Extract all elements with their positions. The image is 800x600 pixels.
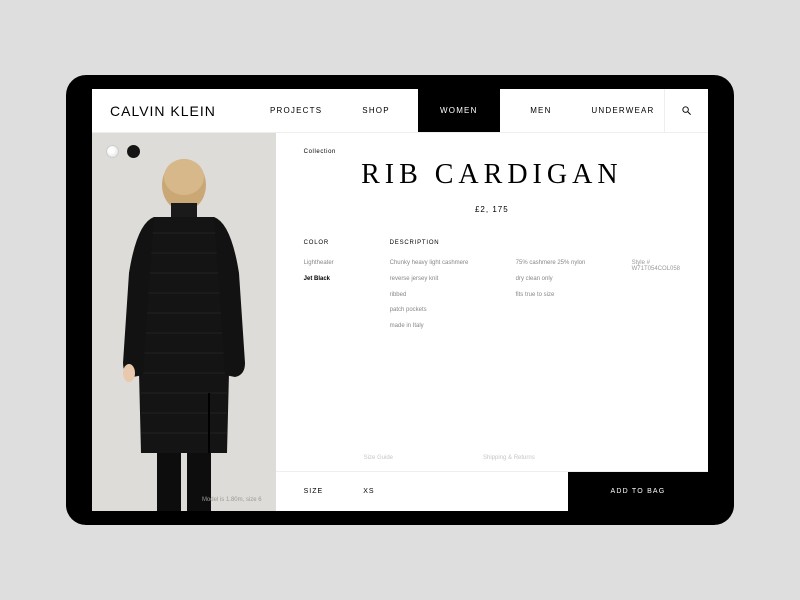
nav-projects[interactable]: PROJECTS [270,106,322,115]
desc-line: reverse jersey knit [390,276,490,284]
care-line: dry clean only [516,276,606,284]
desc-line: ribbed [390,292,490,300]
title-block: RIB CARDIGAN £2, 175 [276,133,708,214]
description-column: DESCRIPTION Chunky heavy light cashmere … [390,240,490,455]
description-heading: DESCRIPTION [390,240,490,246]
product-image[interactable]: ➤ [92,133,276,511]
collection-label: Collection [304,149,336,155]
color-option-jet-black[interactable]: Jet Black [304,276,364,284]
product-gallery: ➤ Model is 1.80m, size 6 [92,133,276,511]
desc-line: patch pockets [390,307,490,315]
size-guide-link[interactable]: Size Guide [364,455,393,461]
care-line: fits true to size [516,292,606,300]
search-button[interactable] [664,89,708,132]
product-details: Collection RIB CARDIGAN £2, 175 COLOR Li… [276,133,708,511]
body: ➤ Model is 1.80m, size 6 Collection RIB … [92,133,708,511]
nav-tab-underwear[interactable]: UNDERWEAR [582,89,664,132]
size-selector[interactable]: SIZE XS [276,472,568,511]
add-to-bag-button[interactable]: ADD TO BAG [568,472,708,511]
bottom-bar: SIZE XS ADD TO BAG [276,471,708,511]
desc-line: made in Italy [390,323,490,331]
app-screen: CALVIN KLEIN PROJECTS SHOP WOMEN MEN UND… [92,89,708,511]
product-title: RIB CARDIGAN [276,159,708,191]
nav-shop[interactable]: SHOP [362,106,389,115]
desc-line: Chunky heavy light cashmere [390,260,490,268]
search-icon [681,105,692,116]
color-column: COLOR Lightheater Jet Black [304,240,364,455]
size-value: XS [363,488,374,495]
color-option-lightheater[interactable]: Lightheater [304,260,364,268]
sub-links: Size Guide Shipping & Returns [276,455,708,471]
brand-logo[interactable]: CALVIN KLEIN [92,89,242,132]
nav-secondary: WOMEN MEN UNDERWEAR [418,89,664,132]
details-grid: COLOR Lightheater Jet Black DESCRIPTION … [276,214,708,455]
model-info: Model is 1.80m, size 6 [202,497,262,503]
tablet-frame: CALVIN KLEIN PROJECTS SHOP WOMEN MEN UND… [66,75,734,525]
nav-primary: PROJECTS SHOP [242,89,418,132]
nav-tab-women[interactable]: WOMEN [418,89,500,132]
size-label: SIZE [304,488,324,495]
style-column: Style # W71T054COL058 [632,240,680,455]
product-price: £2, 175 [276,205,708,214]
model-illustration [99,153,269,511]
care-line: 75% cashmere 25% nylon [516,260,606,268]
header: CALVIN KLEIN PROJECTS SHOP WOMEN MEN UND… [92,89,708,133]
style-heading [632,240,680,246]
style-number: Style # W71T054COL058 [632,260,680,272]
care-column: 75% cashmere 25% nylon dry clean only fi… [516,240,606,455]
care-heading [516,240,606,246]
nav-tab-men[interactable]: MEN [500,89,582,132]
shipping-returns-link[interactable]: Shipping & Returns [483,455,535,461]
color-heading: COLOR [304,240,364,246]
